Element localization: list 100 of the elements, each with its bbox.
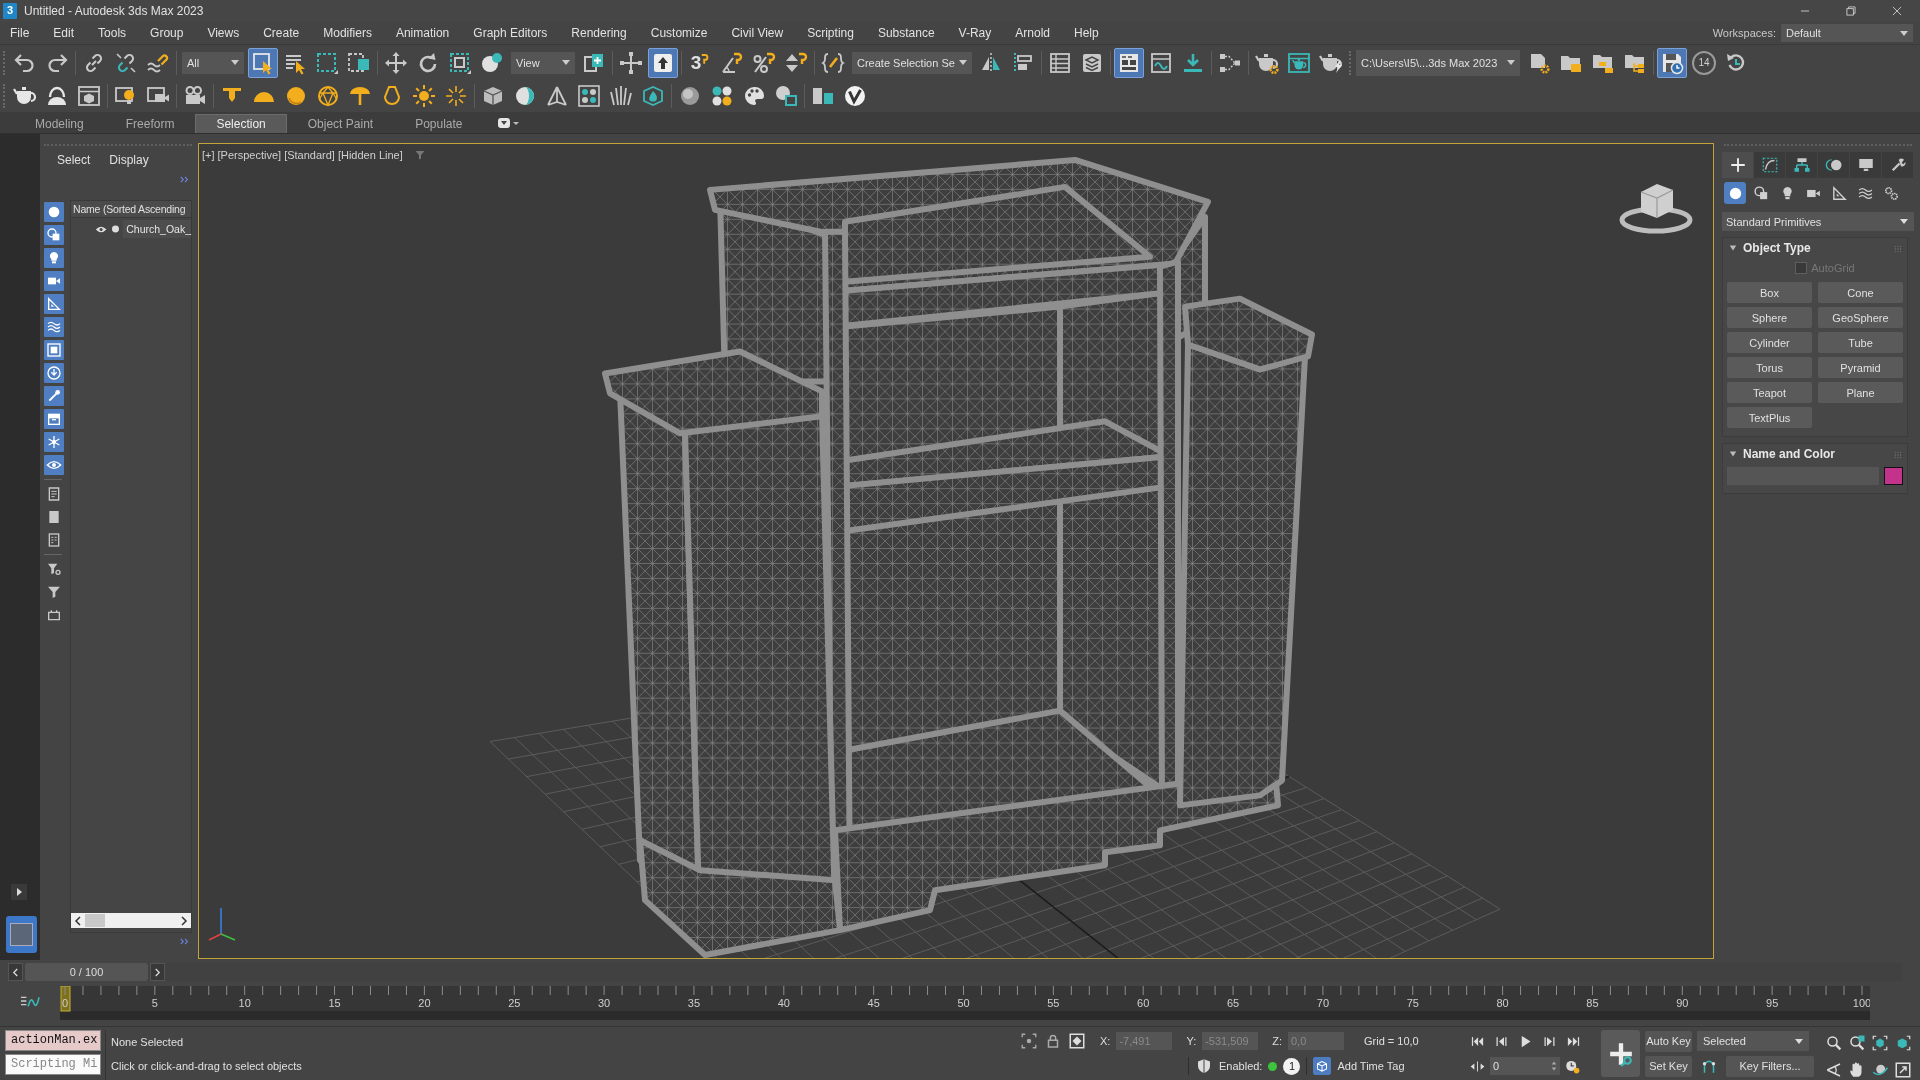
menu-item[interactable]: Scripting [795, 23, 866, 43]
shield-icon[interactable] [1195, 1057, 1213, 1075]
cube-brackets-icon[interactable] [1871, 1034, 1889, 1052]
menu-item[interactable]: Arnold [1003, 23, 1062, 43]
auto-key-button[interactable]: Auto Key [1645, 1030, 1692, 1052]
menu-item[interactable]: Customize [638, 23, 720, 43]
project-folder-dropdown[interactable]: C:\Users\I5\...3ds Max 2023 [1356, 49, 1520, 76]
menu-item[interactable]: Rendering [559, 23, 639, 43]
ribbon-tab[interactable]: Populate [394, 114, 484, 133]
command-panel-tab[interactable] [1722, 152, 1754, 178]
set-key-button[interactable]: Set Key [1645, 1055, 1692, 1077]
menu-item[interactable]: Views [195, 23, 252, 43]
menu-item[interactable]: Modifiers [311, 23, 384, 43]
filter-toggle[interactable] [44, 409, 64, 429]
diamond-square-icon[interactable] [1068, 1032, 1086, 1050]
selection-filter-dropdown[interactable]: All [182, 51, 244, 74]
cube-tile-icon[interactable] [1313, 1057, 1332, 1075]
fov-angle-icon[interactable] [1825, 1060, 1843, 1079]
rollout-title[interactable]: Name and Color [1743, 447, 1894, 461]
filter-toggle[interactable] [44, 202, 64, 222]
primitive-button[interactable]: Teapot [1727, 382, 1812, 403]
triangle-down-icon[interactable] [1729, 244, 1737, 252]
snap-toggle-button[interactable]: 3 [685, 47, 715, 78]
ribbon-tab[interactable]: Object Paint [286, 114, 395, 133]
time-marker[interactable] [60, 986, 71, 1012]
ribbon-tab[interactable]: Freeform [104, 114, 196, 133]
menu-item[interactable]: Animation [383, 23, 462, 43]
filter-toggle[interactable] [44, 432, 64, 452]
selection-set-dropdown[interactable]: Create Selection Se [852, 51, 972, 74]
viewport-menu-label[interactable]: [Hidden Line] [337, 149, 403, 161]
up-arrow-square-button[interactable] [648, 47, 678, 78]
column-header[interactable]: Name (Sorted Ascending [71, 201, 191, 218]
horizontal-scrollbar[interactable] [71, 913, 191, 928]
chevron-left-icon[interactable] [74, 915, 82, 926]
double-chevron-icon[interactable] [180, 175, 190, 183]
menu-item[interactable]: Create [251, 23, 312, 43]
set-keys-button[interactable] [1601, 1030, 1640, 1077]
filter-toggle[interactable] [44, 294, 64, 314]
triangle-down-icon[interactable] [1729, 450, 1737, 458]
filter-toggle[interactable] [44, 225, 64, 245]
primitive-button[interactable]: Plane [1818, 382, 1903, 403]
primitive-button[interactable]: Sphere [1727, 307, 1812, 328]
funnel-icon[interactable] [413, 149, 426, 161]
category-button[interactable] [1724, 182, 1746, 204]
previous-frame-button[interactable] [8, 963, 23, 981]
listener-input-field[interactable]: Scripting Mi [5, 1054, 101, 1075]
expand-panel-button[interactable] [11, 884, 27, 900]
magnifier-icon[interactable] [1825, 1034, 1843, 1052]
coordinate-system-dropdown[interactable]: View [511, 51, 575, 74]
add-time-tag-link[interactable]: Add Time Tag [1337, 1056, 1405, 1076]
scrollbar-thumb[interactable] [85, 914, 105, 927]
current-frame-field[interactable]: 0 [1490, 1057, 1560, 1075]
primitive-button[interactable]: Torus [1727, 357, 1812, 378]
menu-item[interactable]: File [0, 23, 42, 43]
explorer-menu-item[interactable]: Display [109, 153, 149, 167]
menu-item[interactable]: Civil View [719, 23, 796, 43]
next-frame-button[interactable] [150, 963, 165, 981]
filter-toggle[interactable] [44, 340, 64, 360]
chevron-right-icon[interactable] [180, 915, 188, 926]
floppy-clock-button[interactable] [1657, 47, 1687, 78]
magnifier-grid-icon[interactable] [1848, 1034, 1866, 1052]
time-slider-thumb[interactable]: 0 / 100 [25, 963, 148, 981]
primitive-button[interactable]: Box [1727, 282, 1812, 303]
viewport-menu-label[interactable]: [Perspective] [217, 149, 282, 161]
menu-item[interactable]: V-Ray [946, 23, 1004, 43]
primitive-button[interactable]: GeoSphere [1818, 307, 1903, 328]
primitive-button[interactable]: Pyramid [1818, 357, 1903, 378]
pulpit-wireframe-drawing[interactable] [602, 156, 1315, 958]
menu-item[interactable]: Tools [86, 23, 139, 43]
ribbon-tab[interactable]: Selection [195, 114, 287, 133]
explorer-menu-item[interactable]: Select [57, 153, 91, 167]
arch-figure-icon[interactable] [1700, 1057, 1718, 1075]
primitive-button[interactable]: Tube [1818, 332, 1903, 353]
corner-brackets-icon[interactable] [1020, 1032, 1038, 1050]
primitive-button[interactable]: TextPlus [1727, 407, 1812, 428]
grip-dots-icon[interactable] [1894, 450, 1901, 458]
key-filters-button[interactable]: Key Filters... [1726, 1055, 1814, 1077]
filter-toggle[interactable] [44, 363, 64, 383]
filter-toggle[interactable] [44, 455, 64, 475]
disc-icon[interactable] [112, 225, 120, 233]
time-tag-count[interactable]: 1 [1283, 1057, 1301, 1075]
color-swatch[interactable] [1884, 467, 1903, 485]
double-chevron-icon[interactable] [180, 937, 190, 945]
grip-dots-icon[interactable] [1894, 244, 1901, 252]
menu-item[interactable]: Substance [865, 23, 947, 43]
filter-toggle[interactable] [44, 386, 64, 406]
primitive-button[interactable]: Cone [1818, 282, 1903, 303]
spinner-icon[interactable] [1551, 1061, 1557, 1071]
eye-icon[interactable] [95, 224, 108, 234]
listener-output-field[interactable]: actionMan.ex [5, 1030, 101, 1051]
object-name[interactable]: Church_Oak_ [123, 220, 191, 238]
viewport-layout-tab[interactable] [6, 916, 37, 953]
rollout-title[interactable]: Object Type [1743, 241, 1894, 255]
viewport-menu-label[interactable]: [Standard] [284, 149, 335, 161]
category-dropdown[interactable]: Standard Primitives [1722, 212, 1914, 231]
ribbon-tab[interactable]: Modeling [14, 114, 105, 133]
cursor-box-button[interactable] [248, 47, 278, 78]
tab-options-icon[interactable] [497, 118, 520, 128]
menu-item[interactable]: Graph Editors [461, 23, 560, 43]
menu-item[interactable]: Help [1062, 23, 1111, 43]
